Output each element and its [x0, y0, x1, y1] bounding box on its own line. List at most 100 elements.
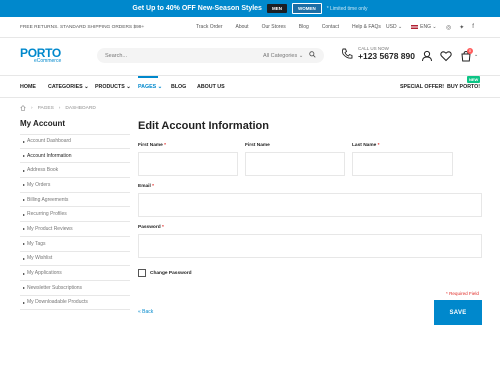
bullet-icon: ▸ [23, 255, 26, 261]
call-number[interactable]: +123 5678 890 [358, 51, 415, 61]
account-sidebar: ▸ Account Dashboard ▸ Account Information … [20, 134, 130, 311]
promo-text: Get Up to 40% OFF New-Season Styles [132, 5, 262, 12]
locale-switchers: USD ⌄ ENG ⌄ [386, 24, 437, 30]
first-name-label-text: First Name [138, 143, 163, 148]
nav-about-us[interactable]: ABOUT US [197, 84, 225, 90]
nav-special-offer[interactable]: SPECIAL OFFER! [400, 84, 444, 90]
link-track-order[interactable]: Track Order [196, 24, 222, 30]
sidebar-item-label: My Orders [27, 181, 51, 188]
sidebar-item-label: My Product Reviews [27, 225, 73, 232]
breadcrumb-pages[interactable]: PAGES [38, 106, 54, 111]
instagram-icon[interactable]: ◎ [446, 24, 451, 31]
search-input[interactable] [97, 52, 247, 59]
new-badge: NEW [467, 76, 481, 83]
sidebar-item-label: My Wishlist [27, 255, 53, 262]
bullet-icon: ▸ [23, 182, 26, 188]
sidebar-item-my-tags[interactable]: ▸ My Tags [20, 237, 130, 252]
required-mark: * [152, 184, 155, 189]
call-us: CALL US NOW +123 5678 890 [341, 46, 415, 61]
sidebar-item-label: Account Dashboard [27, 138, 71, 145]
search-bar: All Categories ⌄ [97, 48, 324, 63]
password-field[interactable] [138, 234, 482, 258]
first-name-label: First Name * [138, 143, 166, 148]
nav-products-label: PRODUCTS [95, 84, 125, 90]
twitter-icon[interactable]: ✦ [459, 24, 464, 31]
facebook-icon[interactable]: f [472, 24, 474, 31]
last-name-field[interactable] [352, 152, 453, 176]
search-category-value: All Categories [263, 52, 298, 59]
required-field-note: * Required Field [446, 291, 479, 296]
sidebar-item-my-downloadable-products[interactable]: ▸ My Downloadable Products [20, 296, 130, 311]
home-icon[interactable] [20, 105, 26, 111]
required-mark: * [162, 225, 164, 230]
promo-women-button[interactable]: WOMEN [291, 3, 322, 14]
sidebar-item-account-dashboard[interactable]: ▸ Account Dashboard [20, 134, 130, 149]
breadcrumb: › PAGES › DASHBOARD [20, 105, 96, 111]
search-category-select[interactable]: All Categories ⌄ [263, 53, 303, 59]
user-icon[interactable] [421, 50, 433, 62]
bullet-icon: ▸ [23, 153, 26, 159]
sidebar-item-newsletter-subscriptions[interactable]: ▸ Newsletter Subscriptions [20, 281, 130, 296]
nav-categories[interactable]: CATEGORIES ⌄ [48, 84, 89, 90]
sidebar-item-label: Account Information [27, 152, 72, 159]
email-field[interactable] [138, 193, 482, 217]
link-contact[interactable]: Contact [322, 24, 339, 30]
nav-buy-porto[interactable]: BUY PORTO! [447, 84, 480, 90]
link-blog[interactable]: Blog [299, 24, 309, 30]
nav-pages-label: PAGES [138, 84, 157, 90]
top-links-bar: FREE RETURNS. STANDARD SHIPPING ORDERS $… [0, 17, 500, 38]
bullet-icon: ▸ [23, 138, 26, 144]
save-button[interactable]: SAVE [434, 300, 482, 325]
sidebar-item-my-orders[interactable]: ▸ My Orders [20, 178, 130, 193]
change-password-checkbox[interactable] [138, 269, 146, 277]
link-about[interactable]: About [235, 24, 248, 30]
nav-home[interactable]: HOME [20, 84, 36, 90]
bullet-icon: ▸ [23, 197, 26, 203]
last-name-label: Last Name * [352, 143, 379, 148]
sidebar-item-my-product-reviews[interactable]: ▸ My Product Reviews [20, 222, 130, 237]
breadcrumb-separator-icon: › [58, 105, 61, 111]
sidebar-item-account-information[interactable]: ▸ Account Information [20, 149, 130, 164]
back-link[interactable]: « Back [138, 309, 153, 315]
free-returns-text: FREE RETURNS. STANDARD SHIPPING ORDERS $… [20, 24, 145, 30]
cart-chevron-down-icon[interactable]: ⌄ [474, 52, 478, 58]
sidebar-item-my-wishlist[interactable]: ▸ My Wishlist [20, 252, 130, 267]
first-name-field[interactable] [138, 152, 238, 176]
password-label-text: Password [138, 225, 161, 230]
search-icon[interactable] [309, 51, 316, 58]
link-our-stores[interactable]: Our Stores [262, 24, 286, 30]
bullet-icon: ▸ [23, 299, 26, 305]
sidebar-item-address-book[interactable]: ▸ Address Book [20, 163, 130, 179]
sidebar-item-billing-agreements[interactable]: ▸ Billing Agreements [20, 193, 130, 208]
top-links: Track Order About Our Stores Blog Contac… [196, 24, 381, 30]
nav-products[interactable]: PRODUCTS ⌄ [95, 84, 131, 90]
nav-blog[interactable]: BLOG [171, 84, 186, 90]
currency-select[interactable]: USD ⌄ [386, 24, 402, 30]
link-help-faqs[interactable]: Help & FAQs [352, 24, 381, 30]
cart-count-badge: 0 [467, 48, 473, 54]
required-mark: * [377, 143, 380, 148]
bullet-icon: ▸ [23, 241, 26, 247]
last-name-label-text: Last Name [352, 143, 377, 148]
language-select[interactable]: ENG ⌄ [411, 24, 437, 30]
promo-men-button[interactable]: MEN [266, 4, 287, 13]
sidebar-item-my-applications[interactable]: ▸ My Applications [20, 266, 130, 281]
middle-name-label: First Name [245, 143, 270, 148]
wishlist-heart-icon[interactable] [440, 50, 452, 62]
main-nav: HOME CATEGORIES ⌄ PRODUCTS ⌄ PAGES ⌄ BLO… [0, 76, 500, 98]
logo-subtext: eCommerce [34, 58, 62, 64]
change-password-label[interactable]: Change Password [150, 271, 192, 276]
sidebar-item-recurring-profiles[interactable]: ▸ Recurring Profiles [20, 207, 130, 223]
sidebar-item-label: Recurring Profiles [27, 211, 67, 218]
bullet-icon: ▸ [23, 270, 26, 276]
bullet-icon: ▸ [23, 167, 26, 173]
nav-pages[interactable]: PAGES ⌄ [138, 84, 162, 90]
sidebar-item-label: My Downloadable Products [27, 299, 88, 306]
social-links: ◎ ✦ f [446, 24, 474, 31]
breadcrumb-dashboard: DASHBOARD [65, 105, 96, 111]
logo[interactable]: PORTO eCommerce [20, 46, 61, 64]
promo-bar: Get Up to 40% OFF New-Season Styles MEN … [0, 0, 500, 17]
middle-name-field[interactable] [245, 152, 345, 176]
sidebar-item-label: My Tags [27, 240, 46, 247]
sidebar-item-label: Address Book [27, 167, 59, 174]
